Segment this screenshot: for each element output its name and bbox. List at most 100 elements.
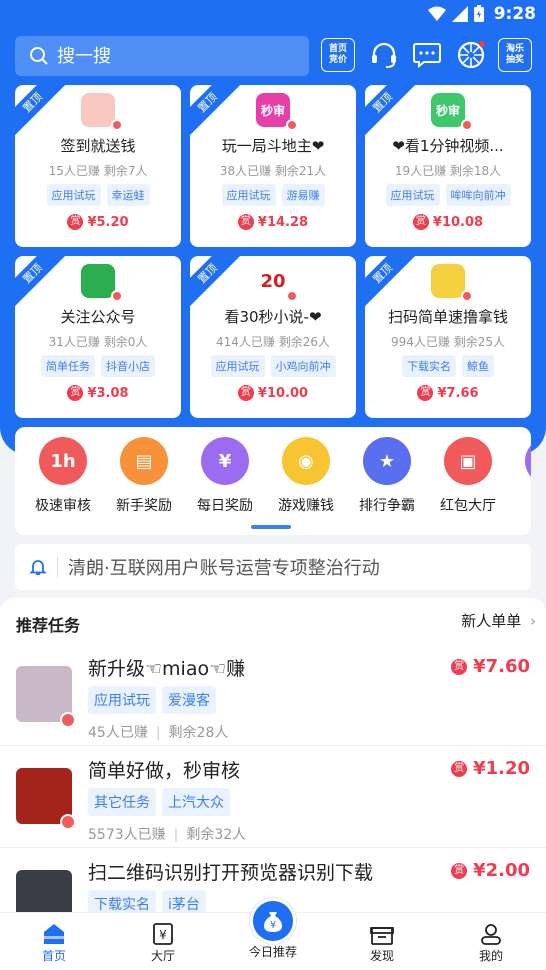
- quick-entry[interactable]: ★ 排行争霸: [347, 437, 427, 515]
- notice-divider: [57, 557, 58, 577]
- task-price: 赏 ¥1.20: [451, 758, 530, 779]
- messages-button[interactable]: [410, 38, 444, 72]
- verified-badge-icon: [461, 290, 473, 302]
- task-price: 赏 ¥2.00: [451, 860, 530, 881]
- remaining-count: 剩余28人: [168, 725, 229, 741]
- card-tag: 哞哞向前冲: [445, 184, 511, 206]
- card-tag: 抖音小店: [101, 355, 155, 377]
- earned-count: 5573人已赚: [88, 827, 166, 843]
- card-title: 关注公众号: [60, 308, 136, 326]
- newbie-orders-label: 新人单单: [461, 612, 522, 630]
- yuan-document-icon: ¥: [153, 923, 173, 945]
- quick-entry[interactable]: ▣ 红包大厅: [428, 437, 508, 515]
- chevron-right-icon: ›: [530, 612, 536, 630]
- haile-lottery-button[interactable]: 淘乐抽奖: [498, 38, 532, 72]
- quick-entry-icon: ▤: [120, 437, 168, 485]
- card-title: ❤看1分钟视频...: [392, 137, 504, 155]
- card-tag: 应用试玩: [385, 184, 440, 206]
- card-tag: 小鸡向前冲: [270, 355, 336, 377]
- app-icon: [81, 93, 115, 127]
- tab-today[interactable]: 今日推荐: [233, 943, 313, 960]
- task-card[interactable]: 置顶 秒审 ❤看1分钟视频... 19人已赚 剩余18人 应用试玩 哞哞向前冲赏 ¥10.0…: [365, 85, 531, 247]
- task-card[interactable]: 置顶 签到就送钱 15人已赚 剩余7人 应用试玩 幸运蛙赏 ¥5.20: [15, 85, 181, 247]
- task-tags: 应用试玩 爱漫客: [88, 686, 216, 714]
- tab-hall[interactable]: ¥ 大厅: [123, 921, 203, 964]
- card-price: 赏 ¥10.00: [190, 385, 356, 401]
- task-row[interactable]: 新升级☜miao☜赚 应用试玩 爱漫客 45人已赚 | 剩余28人 赏 ¥7.60: [0, 644, 546, 746]
- card-price: 赏 ¥3.08: [15, 385, 181, 401]
- task-card[interactable]: 置顶 20 看30秒小说-❤ 414人已赚 剩余26人 应用试玩 小鸡向前冲赏 ¥10.00: [190, 256, 356, 418]
- headset-icon: [372, 42, 396, 68]
- status-icons: [428, 5, 484, 22]
- price-value: ¥7.60: [473, 656, 530, 677]
- price-value: ¥10.00: [257, 385, 309, 401]
- app-icon: 20: [256, 264, 290, 298]
- homepage-bid-button[interactable]: 首页竞价: [321, 38, 355, 72]
- verified-badge-icon: [286, 119, 298, 131]
- task-title: 扫二维码识别打开预览器识别下载: [88, 862, 374, 884]
- tab-mine[interactable]: 我的: [451, 921, 531, 964]
- card-tags: 应用试玩 哞哞向前冲: [365, 184, 531, 206]
- verified-badge-icon: [111, 290, 123, 302]
- camera-lens-button[interactable]: [454, 38, 488, 72]
- search-input[interactable]: [57, 45, 277, 67]
- pinned-ribbon: 置顶: [15, 256, 69, 310]
- tab-home[interactable]: 首页: [14, 921, 94, 964]
- card-tags: 应用试玩 游易赚: [190, 184, 356, 206]
- task-row[interactable]: 简单好做，秒审核 其它任务 上汽大众 5573人已赚 | 剩余32人 赏 ¥1.20: [0, 746, 546, 848]
- reward-icon: 赏: [451, 658, 468, 675]
- svg-text:¥: ¥: [159, 928, 167, 942]
- quick-entry[interactable]: ¥ 每日奖励: [185, 437, 265, 515]
- scroll-indicator: [251, 525, 291, 529]
- tab-hall-label: 大厅: [150, 949, 175, 963]
- card-title: 看30秒小说-❤: [224, 308, 322, 326]
- quick-entry-label: 淘: [509, 495, 531, 515]
- card-title: 签到就送钱: [60, 137, 136, 155]
- tab-discover-label: 发现: [369, 949, 394, 963]
- tab-discover[interactable]: 发现: [342, 921, 422, 964]
- task-card[interactable]: 置顶 秒审 玩一局斗地主❤ 38人已赚 剩余21人 应用试玩 游易赚赏 ¥14.28: [190, 85, 356, 247]
- task-card[interactable]: 置顶 扫码简单速撸拿钱 994人已赚 剩余25人 下载实名 鲸鱼赏 ¥7.66: [365, 256, 531, 418]
- notice-bar[interactable]: 清朗·互联网用户账号运营专项整治行动: [15, 544, 531, 590]
- earned-count: 45人已赚: [88, 725, 148, 741]
- pinned-ribbon: 置顶: [365, 85, 419, 139]
- app-icon: [431, 264, 465, 298]
- task-card[interactable]: 置顶 关注公众号 31人已赚 剩余0人 简单任务 抖音小店赏 ¥3.08: [15, 256, 181, 418]
- today-recommend-button[interactable]: ¥: [250, 898, 296, 944]
- reward-icon: 赏: [67, 214, 84, 230]
- quick-entry-icon: ◉: [282, 437, 330, 485]
- verified-badge-icon: [111, 119, 123, 131]
- reward-icon: 赏: [417, 385, 434, 401]
- reward-icon: 赏: [451, 760, 468, 777]
- aperture-icon: [457, 41, 485, 69]
- quick-entry[interactable]: ▤ 新手奖励: [104, 437, 184, 515]
- price-value: ¥10.08: [432, 214, 484, 230]
- card-tag: 简单任务: [41, 355, 95, 377]
- task-tag: 其它任务: [88, 788, 156, 816]
- task-tag: 应用试玩: [88, 686, 156, 714]
- reward-icon: 赏: [237, 214, 254, 230]
- verified-badge-icon: [60, 712, 76, 728]
- tab-today-label: 今日推荐: [248, 945, 297, 959]
- card-tag: 下载实名: [402, 355, 456, 377]
- quick-entry[interactable]: 1h 极速审核: [23, 437, 103, 515]
- card-tag: 鲸鱼: [462, 355, 494, 377]
- clock: 9:28: [493, 4, 536, 24]
- wifi-icon: [428, 6, 446, 21]
- gift-box-icon: [370, 927, 394, 945]
- card-tag: 游易赚: [281, 184, 325, 206]
- quick-entry-icon: ▣: [444, 437, 492, 485]
- card-tag: 应用试玩: [46, 184, 101, 206]
- customer-service-button[interactable]: [367, 38, 401, 72]
- quick-entry[interactable]: 淘: [509, 437, 531, 515]
- newbie-orders-link[interactable]: 新人单单 ›: [461, 610, 536, 631]
- quick-entry[interactable]: ◉ 游戏赚钱: [266, 437, 346, 515]
- search-bar[interactable]: [15, 36, 309, 76]
- notice-text: 清朗·互联网用户账号运营专项整治行动: [68, 558, 380, 579]
- card-tag: 幸运蛙: [106, 184, 150, 206]
- tab-home-label: 首页: [41, 949, 66, 963]
- card-tag: 应用试玩: [210, 355, 265, 377]
- app-icon: 秒审: [256, 93, 290, 127]
- task-stats: 5573人已赚 | 剩余32人: [88, 827, 247, 843]
- reward-icon: 赏: [451, 862, 468, 879]
